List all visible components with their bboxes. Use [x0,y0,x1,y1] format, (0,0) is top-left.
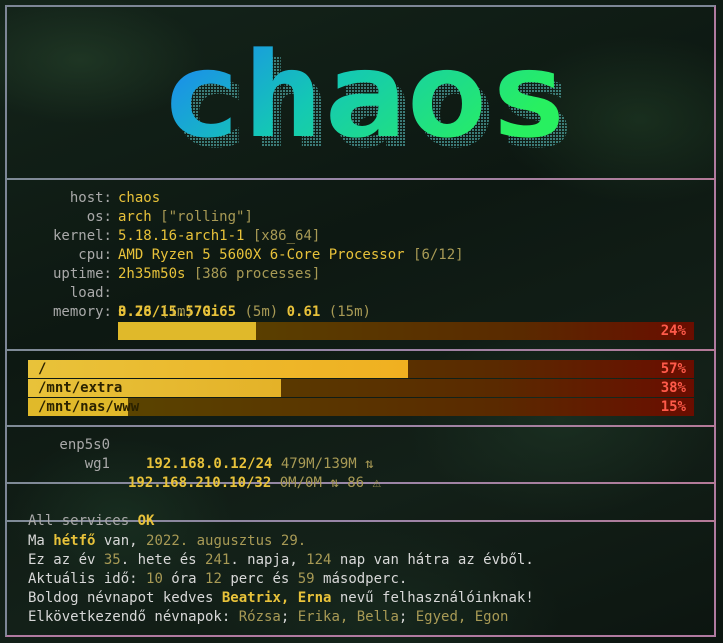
disk-bar-root: / 57% [28,360,694,378]
greeting-line-4: Boldog névnapot kedves Beatrix, Erna nev… [28,590,534,606]
host-key: host: [69,190,112,206]
disk-percent: 38% [660,380,686,396]
uptime-key: uptime: [52,266,112,282]
greeting-line-1: Ma hétfő van, 2022. augusztus 29. [28,533,307,549]
kernel-value: 5.18.16-arch1-1 [x86_64] [118,228,321,244]
hostname-logo: chaos chaos [160,26,578,168]
memory-usage-bar: 24% [118,322,694,340]
net-row-wg1: 192.168.210.10/32 0M/0M ⇅ 86 ⚠ [128,475,381,491]
logo-text: chaos [160,26,570,164]
os-value: arch ["rolling"] [118,209,253,225]
disk-bar-nas: /mnt/nas/www 15% [28,398,694,416]
warning-icon: 86 ⚠ [347,475,381,491]
disk-mount-label: /mnt/nas/www [38,399,140,415]
services-status: All services OK [28,513,155,529]
net-iface: wg1 [84,456,110,472]
greeting-line-2: Ez az év 35. hete és 241. napja, 124 nap… [28,552,534,568]
load-key: load: [69,285,112,301]
memory-key: memory: [52,304,112,320]
separator [5,349,716,351]
cpu-value: AMD Ryzen 5 5600X 6-Core Processor [6/12… [118,247,464,263]
disk-bar-extra: /mnt/extra 38% [28,379,694,397]
separator [5,425,716,427]
os-key: os: [86,209,112,225]
memory-percent: 24% [660,323,686,339]
kernel-key: kernel: [52,228,112,244]
host-value: chaos [118,190,161,206]
separator [5,178,716,180]
memory-value: 3.76/15.57Gi [118,304,220,320]
disk-mount-label: /mnt/extra [38,380,123,396]
greeting-line-3: Aktuális idő: 10 óra 12 perc és 59 másod… [28,571,408,587]
greeting-line-5: Elkövetkezendő névnapok: Rózsa; Erika, B… [28,609,509,625]
disk-percent: 57% [660,361,686,377]
disk-mount-label: / [38,361,47,377]
disk-percent: 15% [660,399,686,415]
updown-arrows-icon: ⇅ [330,475,339,491]
net-iface: enp5s0 [59,437,110,453]
uptime-value: 2h35m50s [386 processes] [118,266,321,282]
cpu-key: cpu: [78,247,112,263]
